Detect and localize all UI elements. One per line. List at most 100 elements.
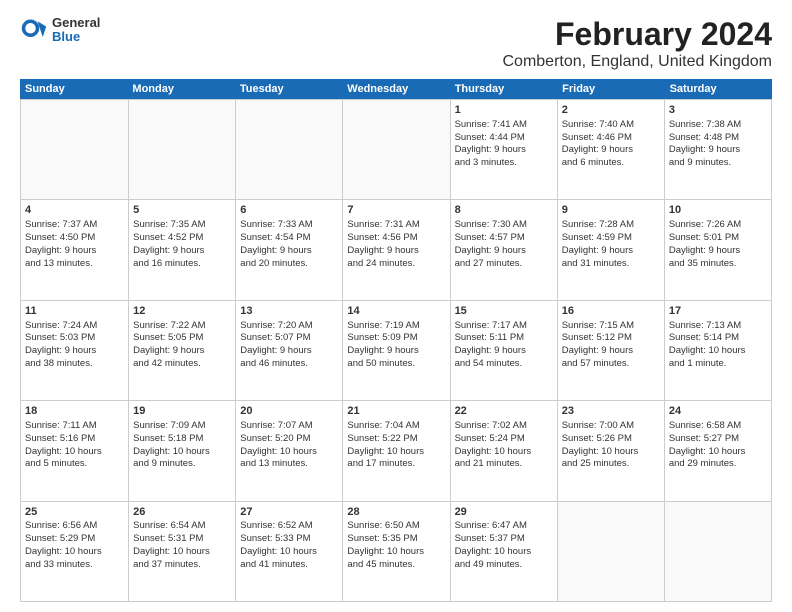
day-info: Sunset: 5:01 PM	[669, 232, 767, 245]
day-info: and 1 minute.	[669, 358, 767, 371]
day-info: Daylight: 9 hours	[133, 345, 231, 358]
calendar-cell: 21Sunrise: 7:04 AMSunset: 5:22 PMDayligh…	[342, 401, 449, 500]
day-info: Daylight: 9 hours	[562, 345, 660, 358]
day-number: 5	[133, 203, 231, 218]
day-info: Daylight: 10 hours	[669, 446, 767, 459]
day-number: 1	[455, 103, 553, 118]
day-info: and 57 minutes.	[562, 358, 660, 371]
day-info: Sunrise: 7:11 AM	[25, 420, 124, 433]
day-info: Daylight: 10 hours	[240, 446, 338, 459]
calendar-cell: 11Sunrise: 7:24 AMSunset: 5:03 PMDayligh…	[21, 301, 128, 400]
day-info: Sunrise: 7:19 AM	[347, 320, 445, 333]
day-info: Sunset: 5:14 PM	[669, 332, 767, 345]
day-number: 16	[562, 304, 660, 319]
day-info: Sunrise: 6:47 AM	[455, 520, 553, 533]
day-number: 20	[240, 404, 338, 419]
page: General Blue February 2024 Comberton, En…	[0, 0, 792, 612]
calendar-cell: 24Sunrise: 6:58 AMSunset: 5:27 PMDayligh…	[664, 401, 771, 500]
calendar-cell: 2Sunrise: 7:40 AMSunset: 4:46 PMDaylight…	[557, 100, 664, 199]
day-info: Daylight: 9 hours	[240, 345, 338, 358]
calendar-cell	[664, 502, 771, 601]
day-info: and 13 minutes.	[240, 458, 338, 471]
day-number: 12	[133, 304, 231, 319]
calendar-cell	[342, 100, 449, 199]
day-info: and 42 minutes.	[133, 358, 231, 371]
calendar-header: SundayMondayTuesdayWednesdayThursdayFrid…	[20, 79, 772, 99]
day-info: Sunset: 5:11 PM	[455, 332, 553, 345]
day-info: Daylight: 10 hours	[455, 546, 553, 559]
day-info: Sunset: 5:18 PM	[133, 433, 231, 446]
day-info: Sunrise: 7:40 AM	[562, 119, 660, 132]
calendar-cell: 26Sunrise: 6:54 AMSunset: 5:31 PMDayligh…	[128, 502, 235, 601]
day-info: Sunset: 5:24 PM	[455, 433, 553, 446]
day-info: Sunrise: 6:56 AM	[25, 520, 124, 533]
day-number: 28	[347, 505, 445, 520]
calendar: SundayMondayTuesdayWednesdayThursdayFrid…	[20, 79, 772, 602]
calendar-cell: 29Sunrise: 6:47 AMSunset: 5:37 PMDayligh…	[450, 502, 557, 601]
day-info: Daylight: 9 hours	[669, 245, 767, 258]
day-info: and 41 minutes.	[240, 559, 338, 572]
calendar-cell: 18Sunrise: 7:11 AMSunset: 5:16 PMDayligh…	[21, 401, 128, 500]
calendar-cell	[128, 100, 235, 199]
calendar-cell: 1Sunrise: 7:41 AMSunset: 4:44 PMDaylight…	[450, 100, 557, 199]
day-info: and 31 minutes.	[562, 258, 660, 271]
day-info: Daylight: 10 hours	[133, 446, 231, 459]
calendar-cell: 13Sunrise: 7:20 AMSunset: 5:07 PMDayligh…	[235, 301, 342, 400]
cal-header-day: Thursday	[450, 79, 557, 99]
day-info: Sunrise: 6:58 AM	[669, 420, 767, 433]
day-number: 26	[133, 505, 231, 520]
day-info: and 24 minutes.	[347, 258, 445, 271]
day-number: 23	[562, 404, 660, 419]
day-info: Daylight: 9 hours	[25, 245, 124, 258]
day-info: and 9 minutes.	[669, 157, 767, 170]
day-info: and 3 minutes.	[455, 157, 553, 170]
cal-header-day: Friday	[557, 79, 664, 99]
day-info: Sunset: 5:05 PM	[133, 332, 231, 345]
cal-header-day: Sunday	[20, 79, 127, 99]
day-info: Daylight: 10 hours	[240, 546, 338, 559]
calendar-cell: 25Sunrise: 6:56 AMSunset: 5:29 PMDayligh…	[21, 502, 128, 601]
day-number: 25	[25, 505, 124, 520]
day-info: Sunset: 4:44 PM	[455, 132, 553, 145]
cal-header-day: Saturday	[665, 79, 772, 99]
day-info: Sunset: 4:59 PM	[562, 232, 660, 245]
day-info: Daylight: 10 hours	[347, 546, 445, 559]
calendar-cell: 16Sunrise: 7:15 AMSunset: 5:12 PMDayligh…	[557, 301, 664, 400]
logo-icon	[20, 16, 48, 44]
day-info: and 20 minutes.	[240, 258, 338, 271]
day-info: Sunset: 4:50 PM	[25, 232, 124, 245]
calendar-cell: 23Sunrise: 7:00 AMSunset: 5:26 PMDayligh…	[557, 401, 664, 500]
day-info: and 46 minutes.	[240, 358, 338, 371]
day-info: and 37 minutes.	[133, 559, 231, 572]
day-info: Sunrise: 7:20 AM	[240, 320, 338, 333]
day-info: Sunset: 4:57 PM	[455, 232, 553, 245]
calendar-row: 1Sunrise: 7:41 AMSunset: 4:44 PM Daylight…	[21, 99, 771, 199]
day-info: Sunrise: 7:02 AM	[455, 420, 553, 433]
day-info: Sunrise: 7:22 AM	[133, 320, 231, 333]
day-info: Daylight: 10 hours	[25, 446, 124, 459]
calendar-cell: 17Sunrise: 7:13 AMSunset: 5:14 PMDayligh…	[664, 301, 771, 400]
day-number: 8	[455, 203, 553, 218]
day-info: Sunset: 5:16 PM	[25, 433, 124, 446]
day-number: 14	[347, 304, 445, 319]
day-info: Sunset: 5:31 PM	[133, 533, 231, 546]
day-info: Sunrise: 7:15 AM	[562, 320, 660, 333]
day-number: 3	[669, 103, 767, 118]
calendar-cell: 3Sunrise: 7:38 AMSunset: 4:48 PMDaylight…	[664, 100, 771, 199]
day-number: 4	[25, 203, 124, 218]
day-info: and 17 minutes.	[347, 458, 445, 471]
day-info: Daylight: 9 hours	[669, 144, 767, 157]
day-info: Sunrise: 7:13 AM	[669, 320, 767, 333]
calendar-cell	[235, 100, 342, 199]
calendar-row: 4Sunrise: 7:37 AMSunset: 4:50 PMDaylight…	[21, 199, 771, 299]
title-block: February 2024 Comberton, England, United…	[503, 16, 773, 71]
cal-header-day: Monday	[127, 79, 234, 99]
cal-header-day: Wednesday	[342, 79, 449, 99]
logo-line2: Blue	[52, 30, 100, 44]
day-info: Sunrise: 7:30 AM	[455, 219, 553, 232]
day-info: Sunrise: 7:41 AM	[455, 119, 553, 132]
day-info: Daylight: 10 hours	[455, 446, 553, 459]
day-info: Sunrise: 6:50 AM	[347, 520, 445, 533]
day-info: Daylight: 9 hours	[347, 345, 445, 358]
day-number: 11	[25, 304, 124, 319]
